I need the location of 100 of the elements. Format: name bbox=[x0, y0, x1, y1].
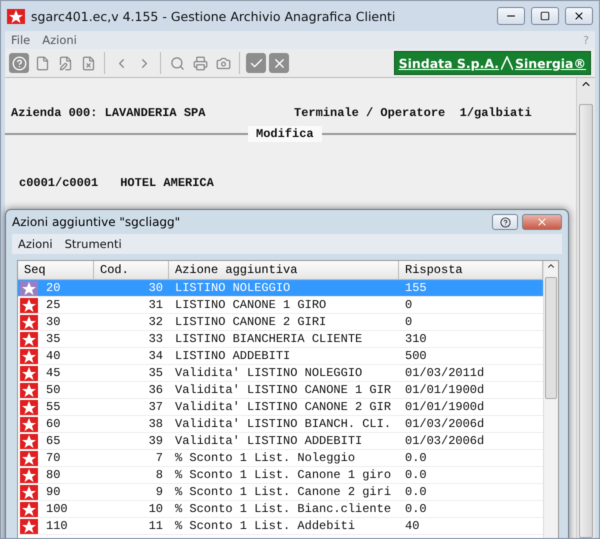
table-cell-text: 80 bbox=[45, 468, 62, 482]
table-cell-text: 0.0 bbox=[404, 451, 428, 465]
table-cell-text: % Sconto 1 List. Addebiti bbox=[174, 519, 356, 533]
slash-icon bbox=[501, 56, 513, 70]
table-cell-text: 25 bbox=[45, 298, 62, 312]
close-icon bbox=[536, 216, 548, 228]
row-status-icon bbox=[20, 400, 38, 414]
table-cell-text: 31 bbox=[148, 298, 164, 312]
table-cell-text: 8 bbox=[154, 468, 164, 482]
table-cell-text: 70 bbox=[45, 451, 62, 465]
table-cell-text: LISTINO BIANCHERIA CLIENTE bbox=[174, 332, 364, 346]
vertical-scrollbar[interactable] bbox=[576, 78, 595, 538]
table-cell-text: 45 bbox=[45, 366, 62, 380]
table-cell-text: 30 bbox=[45, 315, 62, 329]
table-cell-text: 50 bbox=[45, 383, 62, 397]
table-cell-text: 01/01/1900d bbox=[404, 400, 486, 414]
table-cell-text: 39 bbox=[148, 434, 164, 448]
maximize-button[interactable] bbox=[531, 7, 559, 25]
table-cell-text: 40 bbox=[404, 519, 420, 533]
table-cell-text: LISTINO ADDEBITI bbox=[174, 349, 292, 363]
row-status-icon bbox=[20, 314, 38, 330]
table-cell-text: 20 bbox=[45, 281, 62, 295]
row-status-icon bbox=[20, 434, 38, 448]
table-cell-text: 60 bbox=[45, 417, 62, 431]
app-logo-icon bbox=[7, 8, 25, 24]
table-row[interactable]: 25 31 LISTINO CANONE 1 GIRO 0 bbox=[18, 297, 543, 314]
table-cell-text: 32 bbox=[148, 315, 164, 329]
table-cell-text: 11 bbox=[148, 519, 164, 533]
table-row[interactable]: 40 34 LISTINO ADDEBITI 500 bbox=[18, 348, 543, 365]
table-cell-text: 7 bbox=[154, 451, 164, 465]
close-button[interactable] bbox=[565, 7, 593, 25]
column-header[interactable]: Cod. bbox=[94, 261, 169, 279]
terminal-operator-label: Terminale / Operatore 1/galbiati bbox=[294, 106, 533, 120]
table-row[interactable]: 60 38 Validita' LISTINO BIANCH. CLI. 01/03/2006d bbox=[18, 416, 543, 433]
table-cell-text: 35 bbox=[45, 332, 62, 346]
table-row[interactable]: 100 10 % Sconto 1 List. Bianc.cliente 0.0 bbox=[18, 501, 543, 518]
new-document-icon bbox=[34, 56, 50, 70]
table-cell-text: 01/03/2011d bbox=[404, 366, 486, 380]
table-cell-text: Validita' LISTINO CANONE 1 GIR bbox=[174, 383, 392, 397]
table-cell-text: 30 bbox=[148, 281, 164, 295]
table-cell-text: 37 bbox=[148, 400, 164, 414]
table-cell-text: 10 bbox=[148, 502, 164, 516]
table-cell-text: Validita' LISTINO ADDEBITI bbox=[174, 434, 364, 448]
mode-label: Modifica bbox=[248, 126, 322, 142]
table-row[interactable]: 90 9 % Sconto 1 List. Canone 2 giri 0.0 bbox=[18, 484, 543, 501]
table-cell-text: LISTINO NOLEGGIO bbox=[174, 281, 292, 295]
table-cell-text: 38 bbox=[148, 417, 164, 431]
table-row[interactable]: 110 11 % Sconto 1 List. Addebiti 40 bbox=[18, 518, 543, 535]
menu-item[interactable]: Azioni bbox=[18, 237, 53, 251]
table-cell-text: 33 bbox=[148, 332, 164, 346]
row-status-icon bbox=[20, 484, 38, 500]
table-cell-text: 0 bbox=[404, 298, 414, 312]
table-cell-text: 34 bbox=[148, 349, 164, 363]
table-cell-text: Validita' LISTINO BIANCH. CLI. bbox=[174, 417, 392, 431]
table-cell-text: 310 bbox=[404, 332, 428, 346]
table-cell-text: 0 bbox=[404, 315, 414, 329]
table-cell-text: 0.0 bbox=[404, 502, 428, 516]
table-cell-text: 01/03/2006d bbox=[404, 417, 486, 431]
table-row[interactable]: 55 37 Validita' LISTINO CANONE 2 GIR 01/01/1900d bbox=[18, 399, 543, 416]
table-cell-text: 35 bbox=[148, 366, 164, 380]
table-row[interactable]: 50 36 Validita' LISTINO CANONE 1 GIR 01/01/1900d bbox=[18, 382, 543, 399]
table-cell-text: 01/03/2006d bbox=[404, 434, 486, 448]
table-row[interactable]: 80 8 % Sconto 1 List. Canone 1 giro 0.0 bbox=[18, 467, 543, 484]
table-row[interactable]: 65 39 Validita' LISTINO ADDEBITI 01/03/2006d bbox=[18, 433, 543, 450]
table-cell-text: 65 bbox=[45, 434, 62, 448]
table-row[interactable]: 35 33 LISTINO BIANCHERIA CLIENTE 310 bbox=[18, 331, 543, 348]
table-cell-text: 100 bbox=[45, 502, 69, 516]
menu-item[interactable]: File bbox=[11, 33, 30, 47]
table-row[interactable]: 30 32 LISTINO CANONE 2 GIRI 0 bbox=[18, 314, 543, 331]
dialog-title: Azioni aggiuntive "sgcliagg" bbox=[12, 215, 182, 229]
row-status-icon bbox=[20, 332, 38, 346]
cancel-button[interactable] bbox=[269, 53, 289, 73]
table-cell-text: 110 bbox=[45, 519, 69, 533]
column-header[interactable]: Seq bbox=[18, 261, 94, 279]
column-header[interactable]: Azione aggiuntiva bbox=[169, 261, 399, 279]
search-icon bbox=[170, 56, 184, 70]
table-cell-text: LISTINO CANONE 2 GIRI bbox=[174, 315, 328, 329]
table-cell-text: 500 bbox=[404, 349, 428, 363]
close-icon bbox=[573, 10, 585, 22]
confirm-button[interactable] bbox=[246, 53, 266, 73]
row-status-icon bbox=[20, 450, 38, 466]
customer-name: HOTEL AMERICA bbox=[120, 176, 214, 190]
row-status-icon bbox=[20, 366, 38, 380]
minimize-button[interactable] bbox=[497, 7, 525, 25]
row-status-icon bbox=[20, 348, 38, 364]
table-cell-text: Validita' LISTINO NOLEGGIO bbox=[174, 366, 364, 380]
table-cell-text: 01/01/1900d bbox=[404, 383, 486, 397]
company-label: Azienda 000: LAVANDERIA SPA bbox=[11, 106, 206, 120]
menu-item[interactable]: Strumenti bbox=[64, 237, 122, 251]
table-cell-text: 90 bbox=[45, 485, 62, 499]
row-status-icon bbox=[20, 416, 38, 432]
menu-item[interactable]: Azioni bbox=[42, 33, 77, 47]
table-cell-text: % Sconto 1 List. Bianc.cliente bbox=[174, 502, 392, 516]
table-cell-text: 9 bbox=[154, 485, 164, 499]
help-button[interactable] bbox=[492, 214, 518, 230]
table-cell-text: % Sconto 1 List. Canone 2 giri bbox=[174, 485, 392, 499]
table-row[interactable]: 45 35 Validita' LISTINO NOLEGGIO 01/03/2011d bbox=[18, 365, 543, 382]
table-scrollbar[interactable] bbox=[543, 261, 558, 538]
table-row[interactable]: 70 7 % Sconto 1 List. Noleggio 0.0 bbox=[18, 450, 543, 467]
table-cell-text: LISTINO CANONE 1 GIRO bbox=[174, 298, 328, 312]
